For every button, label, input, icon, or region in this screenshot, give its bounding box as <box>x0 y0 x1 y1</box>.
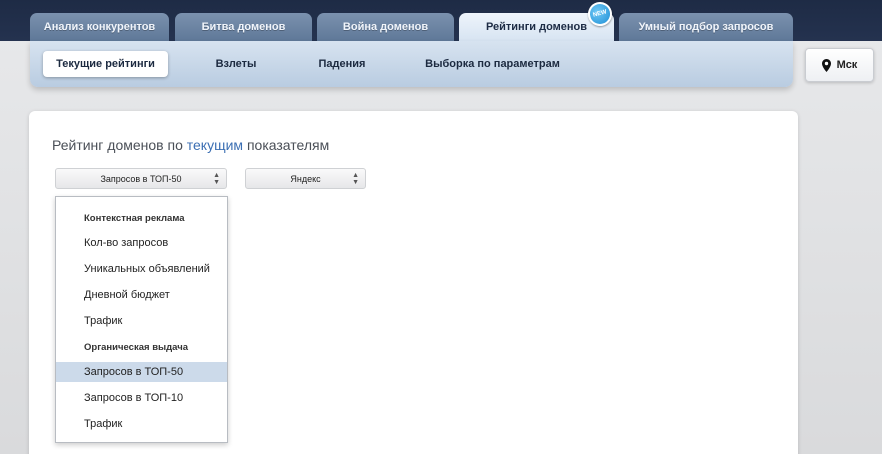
engine-select-value: Яндекс <box>290 173 321 184</box>
dropdown-option[interactable]: Дневной бюджет <box>56 285 227 305</box>
metric-select-value: Запросов в ТОП-50 <box>100 173 182 184</box>
page-title: Рейтинг доменов по текущим показателям <box>52 137 329 153</box>
metric-dropdown-list: Контекстная реклама Кол-во запросов Уник… <box>55 196 228 443</box>
subtab-current-ratings[interactable]: Текущие рейтинги <box>43 51 168 77</box>
dropdown-option[interactable]: Трафик <box>56 414 227 434</box>
subtab-parameter-selection[interactable]: Выборка по параметрам <box>415 51 570 77</box>
subtab-rises[interactable]: Взлеты <box>200 51 272 77</box>
dropdown-option[interactable]: Запросов в ТОП-10 <box>56 388 227 408</box>
select-arrows-icon: ▲ ▼ <box>213 172 220 186</box>
tab-smart-query-selection[interactable]: Умный подбор запросов <box>619 13 793 41</box>
title-part-1: Рейтинг доменов по <box>52 137 187 153</box>
tab-domain-battle[interactable]: Битва доменов <box>175 13 312 41</box>
metric-select[interactable]: Запросов в ТОП-50 ▲ ▼ <box>55 168 227 189</box>
city-label: Мск <box>836 59 858 71</box>
dropdown-option[interactable]: Кол-во запросов <box>56 233 227 253</box>
subtab-falls[interactable]: Падения <box>305 51 379 77</box>
title-part-2: показателям <box>243 137 330 153</box>
engine-select[interactable]: Яндекс ▲ ▼ <box>245 168 366 189</box>
map-pin-icon <box>821 58 831 72</box>
dropdown-group-organic: Органическая выдача <box>84 341 189 353</box>
city-button[interactable]: Мск <box>805 48 874 82</box>
dropdown-option[interactable]: Уникальных объявлений <box>56 259 227 279</box>
tab-domain-war[interactable]: Война доменов <box>317 13 454 41</box>
dropdown-group-context-ads: Контекстная реклама <box>84 212 185 224</box>
tab-competitor-analysis[interactable]: Анализ конкурентов <box>30 13 169 41</box>
dropdown-option-selected[interactable]: Запросов в ТОП-50 <box>56 362 227 382</box>
dropdown-option[interactable]: Трафик <box>56 311 227 331</box>
title-highlight: текущим <box>186 137 244 153</box>
select-arrows-icon: ▲ ▼ <box>352 172 359 186</box>
